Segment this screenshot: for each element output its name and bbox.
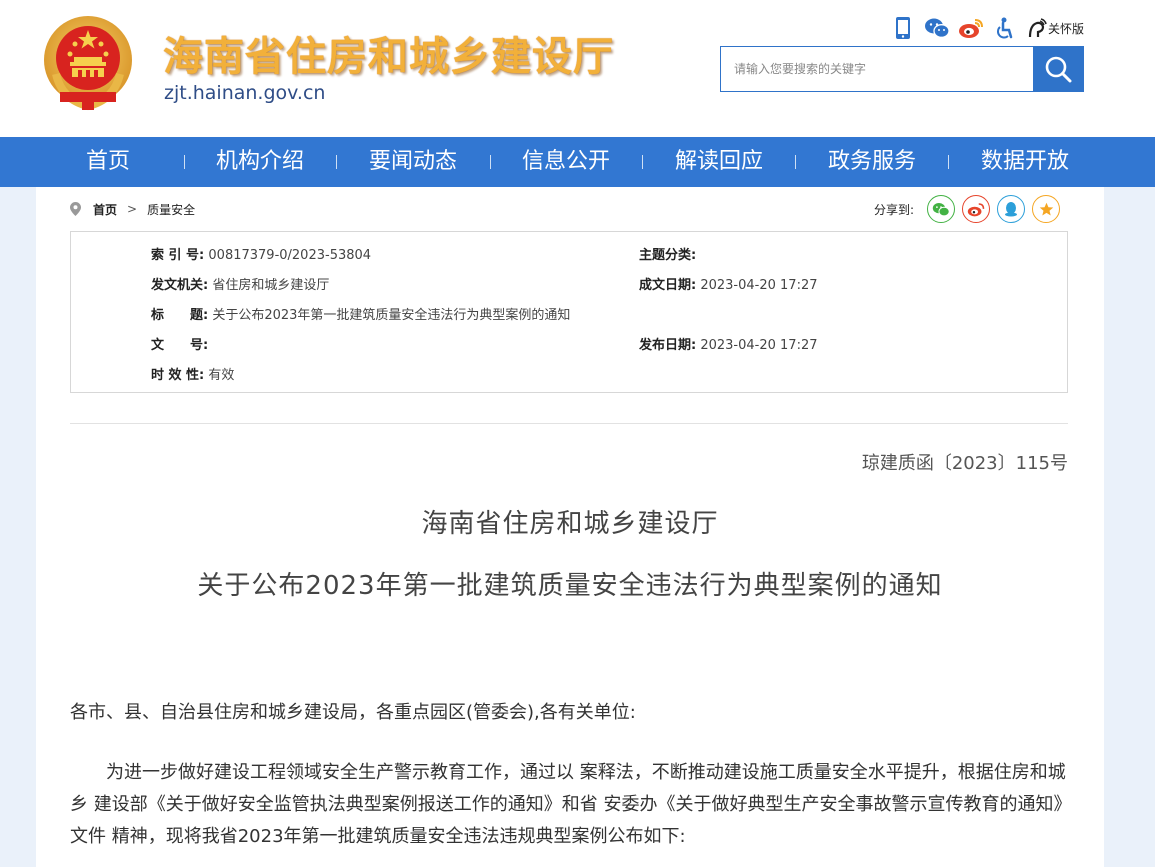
meta-created-label: 成文日期: — [639, 278, 697, 293]
meta-docno: 文 号: — [151, 334, 208, 353]
main-nav: 首页 机构介绍 要闻动态 信息公开 解读回应 政务服务 数据开放 — [0, 137, 1155, 187]
document-metadata: 索 引 号: 00817379-0/2023-53804 主题分类: 发文机关:… — [70, 231, 1068, 393]
search-button[interactable] — [1033, 47, 1083, 91]
star-icon — [1039, 202, 1053, 215]
meta-issuer-value: 省住房和城乡建设厅 — [212, 278, 330, 293]
meta-title: 标 题: 关于公布2023年第一批建筑质量安全违法行为典型案例的通知 — [151, 304, 570, 323]
meta-validity: 时 效 性: 有效 — [151, 364, 234, 383]
breadcrumb: 首页 > 质量安全 — [70, 201, 195, 217]
care-mode-label: 关怀版 — [1048, 21, 1085, 36]
nav-item-interpretation[interactable]: 解读回应 — [675, 137, 763, 187]
document-salutation: 各市、县、自治县住房和城乡建设局，各重点园区(管委会),各有关单位: — [70, 702, 636, 723]
breadcrumb-separator: > — [127, 202, 138, 216]
search-icon — [1045, 56, 1072, 83]
nav-item-disclosure[interactable]: 信息公开 — [522, 137, 610, 187]
wechat-icon — [932, 202, 950, 216]
care-mode-toggle[interactable]: 关怀版 — [1026, 17, 1084, 39]
meta-title-value: 关于公布2023年第一批建筑质量安全违法行为典型案例的通知 — [212, 308, 571, 323]
search-input[interactable] — [721, 47, 1033, 91]
search-box — [720, 46, 1084, 92]
mobile-icon[interactable] — [890, 15, 916, 41]
article-content: 首页 > 质量安全 分享到: 索 引 号: 00817379-0/2023-53… — [36, 187, 1104, 867]
meta-index: 索 引 号: 00817379-0/2023-53804 — [151, 244, 371, 263]
site-title[interactable]: 海南省住房和城乡建设厅 — [163, 24, 614, 82]
nav-item-services[interactable]: 政务服务 — [828, 137, 916, 187]
national-emblem-icon — [44, 16, 132, 111]
share-label: 分享到: — [874, 202, 915, 217]
nav-item-about[interactable]: 机构介绍 — [216, 137, 304, 187]
document-title: 关于公布2023年第一批建筑质量安全违法行为典型案例的通知 — [197, 571, 943, 601]
nav-item-news[interactable]: 要闻动态 — [369, 137, 457, 187]
meta-title-label: 标 题: — [151, 308, 209, 323]
breadcrumb-current[interactable]: 质量安全 — [147, 201, 195, 218]
meta-validity-label: 时 效 性: — [151, 368, 205, 383]
meta-topic: 主题分类: — [639, 244, 696, 263]
nav-separator — [948, 155, 949, 169]
care-mode-icon — [1028, 18, 1047, 38]
share-wechat-button[interactable] — [927, 195, 956, 223]
accessibility-icon[interactable] — [992, 15, 1018, 41]
nav-separator — [642, 155, 643, 169]
wechat-icon[interactable] — [924, 15, 950, 41]
meta-topic-label: 主题分类: — [639, 248, 697, 263]
share-bar: 分享到: — [874, 195, 1061, 223]
meta-published-value: 2023-04-20 17:27 — [700, 338, 818, 353]
divider — [70, 423, 1068, 424]
document-issuer: 海南省住房和城乡建设厅 — [421, 509, 719, 539]
meta-published: 发布日期: 2023-04-20 17:27 — [639, 334, 818, 353]
location-pin-icon — [70, 202, 81, 216]
weibo-icon[interactable] — [958, 15, 984, 41]
nav-separator — [490, 155, 491, 169]
share-weibo-button[interactable] — [962, 195, 991, 223]
meta-created-value: 2023-04-20 17:27 — [700, 278, 818, 293]
share-qq-button[interactable] — [997, 195, 1026, 223]
meta-docno-label: 文 号: — [151, 338, 209, 353]
meta-published-label: 发布日期: — [639, 338, 697, 353]
share-favorite-button[interactable] — [1032, 195, 1061, 223]
nav-separator — [184, 155, 185, 169]
site-domain: zjt.hainan.gov.cn — [164, 82, 326, 104]
nav-item-open-data[interactable]: 数据开放 — [981, 137, 1069, 187]
weibo-icon — [967, 202, 985, 216]
top-toolbar: 关怀版 — [890, 14, 1084, 42]
meta-issuer: 发文机关: 省住房和城乡建设厅 — [151, 274, 329, 293]
nav-item-home[interactable]: 首页 — [86, 137, 130, 187]
meta-created: 成文日期: 2023-04-20 17:27 — [639, 274, 818, 293]
meta-issuer-label: 发文机关: — [151, 278, 209, 293]
breadcrumb-home[interactable]: 首页 — [93, 201, 117, 218]
nav-separator — [336, 155, 337, 169]
qq-icon — [1005, 202, 1018, 217]
meta-index-label: 索 引 号: — [151, 248, 205, 263]
document-paragraph: 为进一步做好建设工程领域安全生产警示教育工作，通过以 案释法，不断推动建设施工质… — [70, 762, 1066, 847]
nav-separator — [795, 155, 796, 169]
meta-validity-value: 有效 — [208, 368, 235, 383]
meta-index-value: 00817379-0/2023-53804 — [208, 248, 372, 263]
document-number: 琼建质函〔2023〕115号 — [861, 453, 1068, 474]
site-header: 海南省住房和城乡建设厅 zjt.hainan.gov.cn 关怀版 — [0, 0, 1155, 137]
